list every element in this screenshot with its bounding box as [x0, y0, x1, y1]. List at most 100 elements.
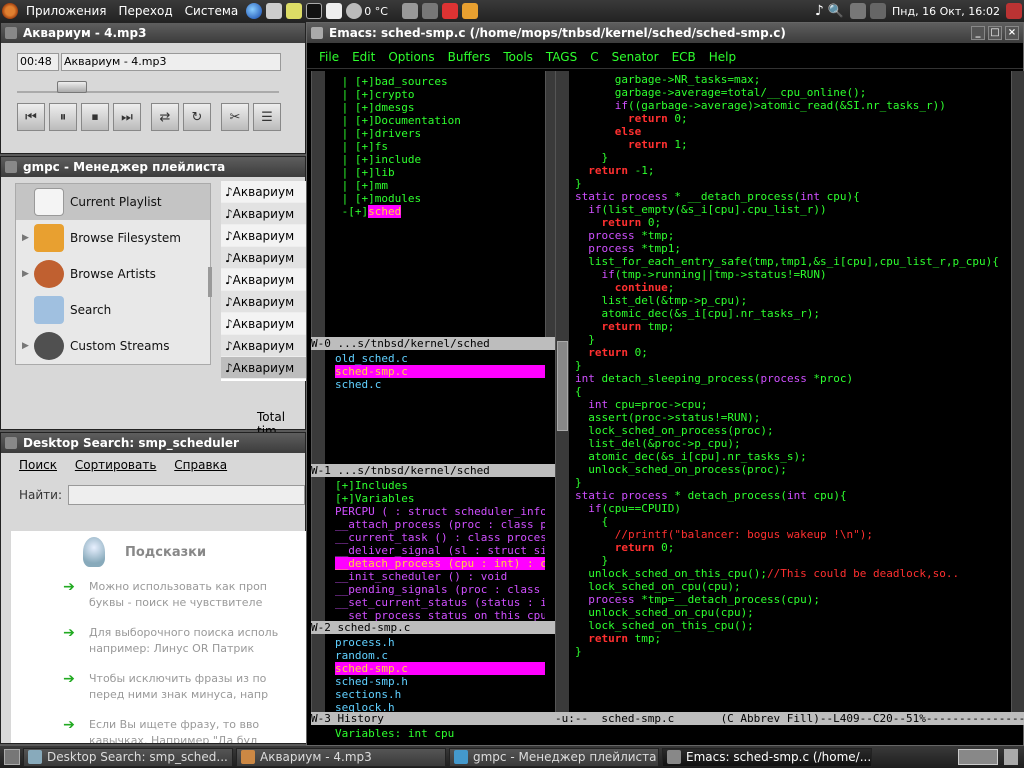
seek-handle[interactable] [57, 81, 87, 93]
menu-sort[interactable]: Сортировать [75, 458, 157, 472]
playlist-row[interactable]: ♪ Аквариум [221, 181, 307, 203]
directory-node[interactable]: | [+]bad_sources [335, 75, 545, 88]
history-item[interactable]: sched-smp.h [335, 675, 545, 688]
dir-scrollbar[interactable] [311, 71, 325, 337]
taskbar-button[interactable]: Emacs: sched-smp.c (/home/... [662, 747, 872, 767]
directory-node[interactable]: | [+]mm [335, 179, 545, 192]
emacs-menu-tags[interactable]: TAGS [546, 50, 577, 64]
playlist-row[interactable]: ♪ Аквариум [221, 313, 307, 335]
directory-node[interactable]: | [+]dmesgs [335, 101, 545, 114]
directory-node[interactable]: | [+]fs [335, 140, 545, 153]
volume-icon[interactable] [401, 3, 418, 19]
method-item[interactable]: __set_current_status (status : int [335, 596, 545, 609]
w2-scrollbar[interactable] [311, 634, 325, 712]
taskbar-button[interactable]: gmpc - Менеджер плейлиста [449, 747, 659, 767]
playlist-row[interactable]: ♪ Аквариум [221, 247, 307, 269]
player-titlebar[interactable]: Аквариум - 4.mp3 [1, 23, 305, 43]
terminal-icon[interactable] [306, 3, 323, 19]
playlist-row[interactable]: ♪ Аквариум [221, 225, 307, 247]
gmpc-titlebar[interactable]: gmpc - Менеджер плейлиста [1, 157, 305, 177]
method-item[interactable]: __detach_process (cpu : int) : cla [335, 557, 545, 570]
workspace-switcher[interactable] [958, 749, 998, 765]
emacs-menu-senator[interactable]: Senator [612, 50, 659, 64]
method-item[interactable]: __set_process_status_on_this_cpu ( [335, 609, 545, 621]
sidebar-item-browse-artists[interactable]: ▶ Browse Artists [16, 256, 210, 292]
playlist-button[interactable]: ☰ [253, 103, 281, 131]
browser-globe-icon[interactable] [246, 3, 263, 19]
source-file-list[interactable]: old_sched.c sched-smp.c sched.c [335, 352, 545, 464]
emacs-menu-c[interactable]: C [590, 50, 598, 64]
sidebar-item-custom-streams[interactable]: ▶ Custom Streams [16, 328, 210, 364]
taskbar-button[interactable]: Аквариум - 4.mp3 [236, 747, 446, 767]
desktop-search-titlebar[interactable]: Desktop Search: smp_scheduler [1, 433, 305, 453]
music-note-icon[interactable]: ♪ [815, 3, 824, 19]
menu-search[interactable]: Поиск [19, 458, 57, 472]
buffer-scrollbar[interactable] [555, 71, 569, 712]
trash-icon[interactable] [1004, 749, 1018, 765]
history-item[interactable]: seqlock.h [335, 701, 545, 712]
window-menu-icon[interactable] [5, 161, 17, 173]
sidebar-item-browse-filesystem[interactable]: ▶ Browse Filesystem [16, 220, 210, 256]
menu-applications[interactable]: Приложения [20, 4, 113, 18]
find-input[interactable] [68, 485, 305, 505]
playlist-row[interactable]: ♪ Аквариум [221, 203, 307, 225]
display-icon[interactable] [850, 3, 867, 19]
history-item[interactable]: process.h [335, 636, 545, 649]
repeat-button[interactable]: ↻ [183, 103, 211, 131]
emacs-menu-help[interactable]: Help [709, 50, 736, 64]
window-menu-icon[interactable] [5, 27, 17, 39]
network-icon[interactable] [421, 3, 438, 19]
expand-arrow-icon[interactable]: ▶ [22, 233, 34, 243]
search-icon[interactable]: 🔍 [828, 4, 844, 19]
playlist-row[interactable]: ♪ Аквариум [221, 291, 307, 313]
gmpc-pane-divider[interactable] [208, 267, 212, 297]
method-item[interactable]: __attach_process (proc : class pro [335, 518, 545, 531]
w1-scrollbar[interactable] [311, 477, 325, 621]
method-item[interactable]: PERCPU ( : struct scheduler_info, [335, 505, 545, 518]
window-menu-icon[interactable] [311, 27, 323, 39]
emacs-menu-ecb[interactable]: ECB [672, 50, 696, 64]
method-item[interactable]: __current_task () : class process* [335, 531, 545, 544]
folder-icon[interactable] [461, 3, 478, 19]
next-button[interactable]: ⏭ [113, 103, 141, 131]
source-file-item[interactable]: old_sched.c [335, 352, 545, 365]
source-file-item[interactable]: sched-smp.c [335, 365, 545, 378]
source-file-item[interactable]: sched.c [335, 378, 545, 391]
shuffle-button[interactable]: ⇄ [151, 103, 179, 131]
mail-icon[interactable] [326, 3, 343, 19]
buffer-scroll-thumb[interactable] [557, 341, 568, 431]
w0-scrollbar[interactable] [311, 350, 325, 464]
emacs-menu-tools[interactable]: Tools [503, 50, 533, 64]
menu-system[interactable]: Система [179, 4, 245, 18]
emacs-menu-file[interactable]: File [319, 50, 339, 64]
emacs-titlebar[interactable]: Emacs: sched-smp.c (/home/mops/tnbsd/ker… [307, 23, 1023, 43]
show-desktop-icon[interactable] [4, 749, 20, 765]
directory-node[interactable]: | [+]drivers [335, 127, 545, 140]
method-item[interactable]: __init_scheduler () : void [335, 570, 545, 583]
previous-button[interactable]: ⏮ [17, 103, 45, 131]
window-menu-icon[interactable] [5, 437, 17, 449]
taskbar-button[interactable]: Desktop Search: smp_sched... [23, 747, 233, 767]
method-item[interactable]: [+]Includes [335, 479, 545, 492]
menu-places[interactable]: Переход [113, 4, 179, 18]
method-item[interactable]: __deliver_signal (sl : struct sig_ [335, 544, 545, 557]
power-icon[interactable] [1006, 3, 1022, 19]
menu-help[interactable]: Справка [174, 458, 227, 472]
playlist-row[interactable]: ♪ Аквариум [221, 269, 307, 291]
emacs-menu-options[interactable]: Options [388, 50, 434, 64]
method-item[interactable]: [+]Variables [335, 492, 545, 505]
history-list[interactable]: process.h random.c sched-smp.c sched-smp.h s… [335, 636, 545, 712]
expand-arrow-icon[interactable]: ▶ [22, 341, 34, 351]
directory-tree[interactable]: | [+]bad_sources | [+]crypto | [+]dmesgs… [335, 75, 545, 337]
lightbulb-icon[interactable] [286, 3, 303, 19]
directory-node[interactable]: | [+]lib [335, 166, 545, 179]
sidebar-item-current-playlist[interactable]: Current Playlist [16, 184, 210, 220]
directory-node[interactable]: | [+]crypto [335, 88, 545, 101]
directory-node[interactable]: | [+]include [335, 153, 545, 166]
directory-node[interactable]: -[+]sched [335, 205, 545, 218]
ubuntu-logo-icon[interactable] [2, 3, 18, 19]
directory-node[interactable]: | [+]modules [335, 192, 545, 205]
history-item[interactable]: random.c [335, 649, 545, 662]
directory-node[interactable]: | [+]Documentation [335, 114, 545, 127]
seek-slider[interactable] [17, 79, 279, 93]
